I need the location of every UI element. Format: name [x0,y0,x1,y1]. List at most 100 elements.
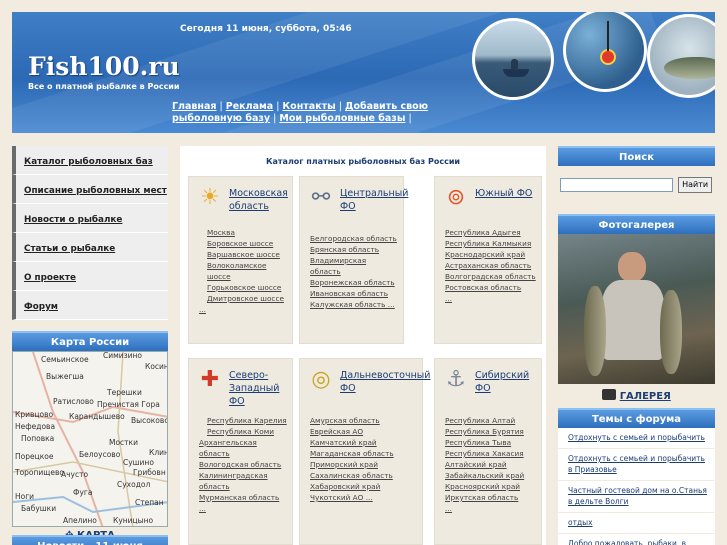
region-link[interactable]: Сахалинская область [310,470,418,481]
map-place: Порецкое [15,452,54,461]
region-link[interactable]: Приморский край [310,459,418,470]
nav-home[interactable]: Главная [172,101,217,112]
search-box-title: Поиск [558,146,715,166]
region-link[interactable]: Мурманская область [199,492,288,503]
district-card-head: ⚓ Сибирский ФО [435,359,541,409]
map-place: Апелино [63,516,97,525]
nav-contacts[interactable]: Контакты [282,101,335,112]
site-header: Сегодня 11 июня, суббота, 05:46 Fish100.… [12,12,715,133]
menu-news[interactable]: Новости о рыбалке [12,204,168,233]
site-logo[interactable]: Fish100.ru [28,52,180,81]
left-menu: Каталог рыболовных баз Описание рыболовн… [12,146,168,320]
region-link[interactable]: Горьковское шоссе [199,282,288,293]
nav-my-bases[interactable]: Мои рыболовные базы [279,113,405,124]
map-place: Карандышево [69,412,125,421]
region-link[interactable]: Республика Калмыкия [445,238,537,249]
district-card-head: ◎ Дальневосточный ФО [300,359,430,409]
region-link[interactable]: Краснодарский край [445,249,537,260]
region-link[interactable]: Иркутская область [445,492,537,503]
gallery-link-row: ГАЛЕРЕЯ [558,384,715,408]
nav-ads[interactable]: Реклама [226,101,273,112]
district-title[interactable]: Московская область [229,187,293,213]
more-link[interactable]: ... [199,304,288,315]
region-link[interactable]: Республика Карелия [199,415,288,426]
region-list: Москва Боровское шоссе Варшавское шоссе … [189,227,292,315]
district-card-head: ☀ Московская область [189,177,292,227]
search-box: Найти [558,166,715,214]
forum-topic-link[interactable]: отдых [558,513,715,534]
region-link[interactable]: Амурская область [310,415,418,426]
more-link[interactable]: ... [199,503,288,514]
current-date: Сегодня 11 июня, суббота, 05:46 [180,24,352,34]
district-title[interactable]: Дальневосточный ФО [340,369,430,395]
region-link[interactable]: Республика Хакасия [445,448,537,459]
region-link[interactable]: Ивановская область [310,288,399,299]
gallery-photo[interactable] [558,234,715,384]
region-link[interactable]: Красноярский край [445,481,537,492]
more-link[interactable]: ... [445,293,537,304]
district-title[interactable]: Южный ФО [475,187,539,200]
district-title[interactable]: Сибирский ФО [475,369,539,395]
region-link[interactable]: Забайкальский край [445,470,537,481]
region-list: Республика Адыгея Республика Калмыкия Кр… [435,227,541,304]
region-link[interactable]: Камчатский край [310,437,418,448]
region-link[interactable]: Боровское шоссе [199,238,288,249]
region-link[interactable]: Архангельская область [199,437,288,459]
region-link[interactable]: Республика Адыгея [445,227,537,238]
forum-topic-link[interactable]: Частный гостевой дом на о.Станья в дельт… [558,481,715,513]
region-link[interactable]: Варшавское шоссе [199,249,288,260]
gallery-box-title: Фотогалерея [558,214,715,234]
reel-icon: ◎ [311,367,331,392]
region-link[interactable]: Калининградская область [199,470,288,492]
more-link[interactable]: ... [445,503,537,514]
district-card-head: ⚯ Центральный ФО [300,177,409,227]
region-link[interactable]: Республика Алтай [445,415,537,426]
region-link[interactable]: Республика Бурятия [445,426,537,437]
menu-catalog[interactable]: Каталог рыболовных баз [12,146,168,175]
gallery-link[interactable]: ГАЛЕРЕЯ [620,391,671,402]
boat-photo [472,18,554,100]
region-link[interactable]: Москва [199,227,288,238]
region-link[interactable]: Дмитровское шоссе [199,293,288,304]
district-title[interactable]: Северо-Западный ФО [229,369,293,408]
region-list: Республика Алтай Республика Бурятия Респ… [435,409,541,514]
region-link[interactable]: Республика Тыва [445,437,537,448]
right-column: Поиск Найти Фотогалерея ГАЛЕРЕЯ Темы с ф… [558,146,715,545]
region-link[interactable]: Вологодская область [199,459,288,470]
search-input[interactable] [560,177,673,192]
region-link[interactable]: Калужская область ... [310,299,399,310]
menu-about[interactable]: О проекте [12,262,168,291]
region-link[interactable]: Чукотский АО ... [310,492,418,503]
menu-fishing-places[interactable]: Описание рыболовных мест [12,175,168,204]
forum-topic-link[interactable]: Отдохнуть с семьей и порыбачить [558,428,715,449]
map-place: Семьинское [41,355,89,364]
region-link[interactable]: Брянская область [310,244,399,255]
region-link[interactable]: Алтайский край [445,459,537,470]
region-link[interactable]: Хабаровский край [310,481,418,492]
region-link[interactable]: Волгоградская область [445,271,537,282]
forum-box-title: Темы с форума [558,408,715,428]
map-place: Фуга [73,488,93,497]
menu-articles[interactable]: Статьи о рыбалке [12,233,168,262]
region-link[interactable]: Ростовская область [445,282,537,293]
map-preview[interactable]: Семьинское Симизино Косин Выжегша Ратисл… [12,351,168,527]
menu-forum[interactable]: Форум [12,291,168,320]
search-button[interactable]: Найти [678,176,713,193]
region-link[interactable]: Республика Коми [199,426,288,437]
region-link[interactable]: Белгородская область [310,233,399,244]
photo-fish [584,286,606,376]
district-card: ⚓ Сибирский ФО Республика Алтай Республи… [434,358,542,545]
region-link[interactable]: Магаданская область [310,448,418,459]
district-title[interactable]: Центральный ФО [340,187,408,213]
map-place: Ачусто [61,470,89,479]
page: { "header": { "site_name": "Fish100.ru",… [0,0,727,545]
region-link[interactable]: Владимирская область [310,255,399,277]
region-link[interactable]: Воронежская область [310,277,399,288]
region-link[interactable]: Еврейская АО [310,426,418,437]
forum-topic-link[interactable]: Добро пожаловать, рыбаки, в &quot;Щукари… [558,534,715,545]
region-link[interactable]: Волоколамское шоссе [199,260,288,282]
photo-fish [660,290,682,374]
map-place: Торопищево [15,468,64,477]
forum-topic-link[interactable]: Отдохнуть с семьей и порыбачить в Приазо… [558,449,715,481]
region-link[interactable]: Астраханская область [445,260,537,271]
